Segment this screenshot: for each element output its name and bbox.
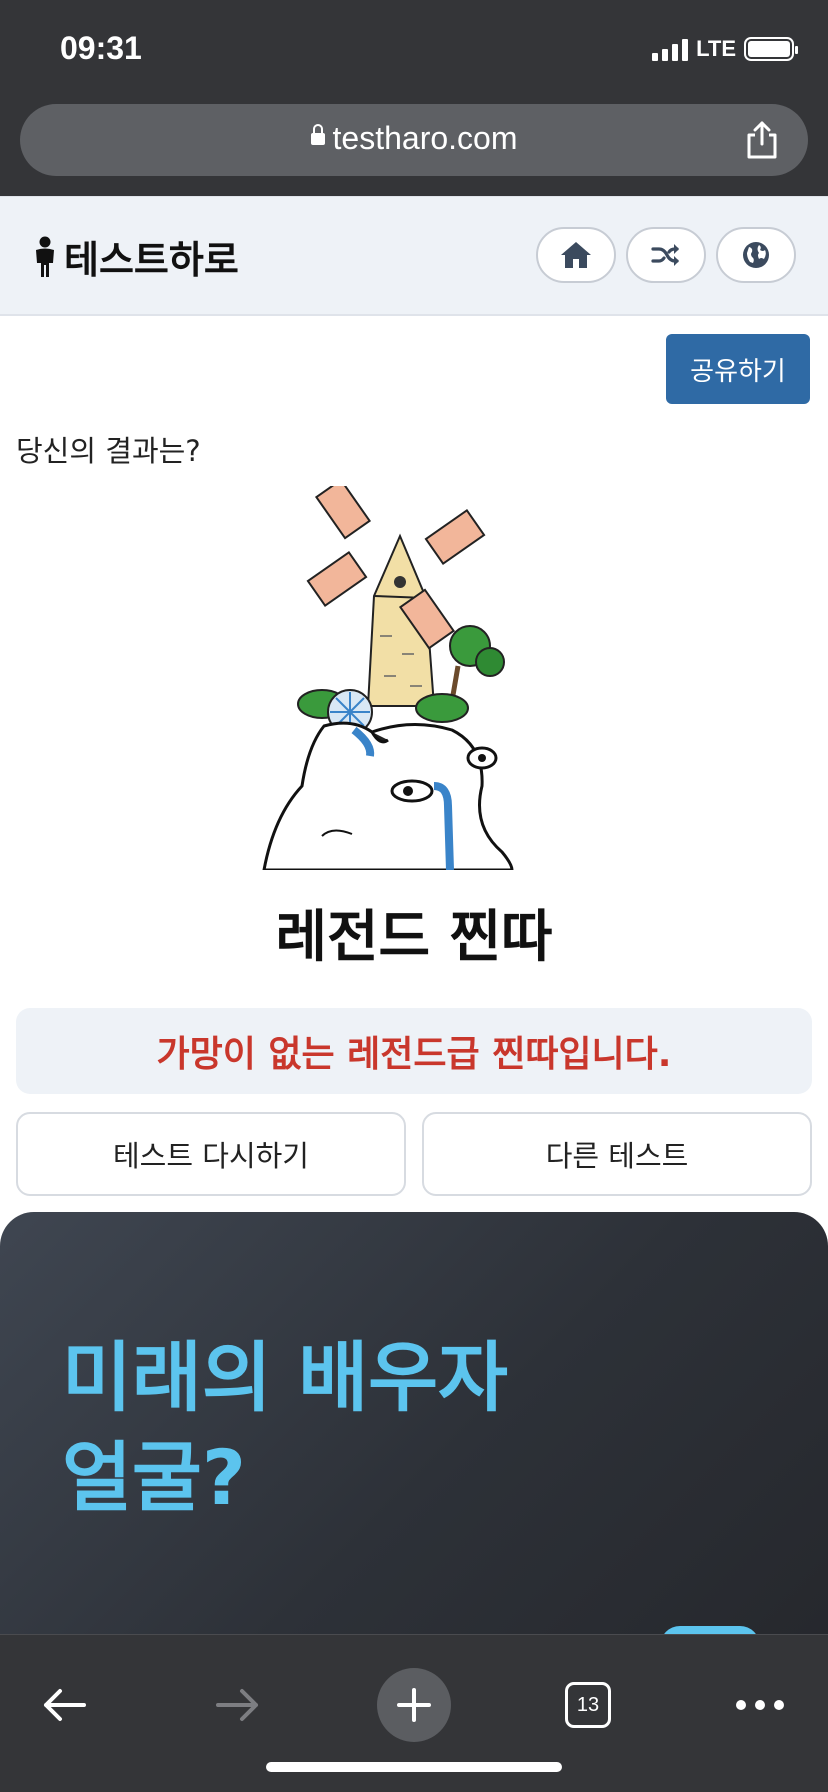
retry-test-button[interactable]: 테스트 다시하기: [16, 1112, 406, 1196]
promo-title: 미래의 배우자 얼굴?: [62, 1328, 508, 1528]
promo-title-line2: 얼굴?: [62, 1433, 246, 1522]
share-icon[interactable]: [744, 120, 780, 160]
arrow-left-icon: [44, 1689, 86, 1721]
other-tests-button[interactable]: 다른 테스트: [422, 1112, 812, 1196]
result-illustration: [262, 486, 514, 870]
promo-title-line1: 미래의 배우자: [62, 1333, 508, 1422]
result-description: 가망이 없는 레전드급 찐따입니다.: [156, 1034, 672, 1075]
result-title: 레전드 찐따: [275, 905, 553, 970]
more-icon: [736, 1700, 784, 1710]
home-indicator: [266, 1762, 562, 1772]
language-button[interactable]: [716, 227, 796, 283]
home-button[interactable]: [536, 227, 616, 283]
share-button[interactable]: 공유하기: [666, 334, 810, 404]
site-brand[interactable]: 테스트하로: [32, 229, 239, 284]
forward-button[interactable]: [198, 1665, 278, 1745]
back-button[interactable]: [24, 1665, 104, 1745]
lock-icon: [310, 123, 325, 145]
promo-card[interactable]: 미래의 배우자 얼굴?: [0, 1212, 828, 1642]
more-menu-button[interactable]: [720, 1665, 800, 1745]
header-nav: [536, 227, 796, 283]
person-icon: [36, 236, 54, 277]
result-question: 당신의 결과는?: [16, 434, 201, 468]
site-header: 테스트하로: [0, 196, 828, 316]
site-title: 테스트하로: [64, 238, 239, 282]
shuffle-icon: [651, 244, 679, 266]
random-test-button[interactable]: [626, 227, 706, 283]
network-type: LTE: [696, 36, 736, 61]
status-time: 09:31: [60, 30, 142, 66]
battery-icon: [744, 37, 798, 61]
status-indicators: LTE: [652, 36, 798, 62]
new-tab-button[interactable]: [374, 1665, 454, 1745]
arrow-right-icon: [216, 1689, 258, 1721]
url-text: testharo.com: [332, 120, 518, 156]
globe-icon: [743, 242, 769, 268]
result-description-box: 가망이 없는 레전드급 찐따입니다.: [16, 1008, 812, 1094]
signal-icon: [652, 37, 689, 61]
address-bar[interactable]: testharo.com: [20, 104, 808, 176]
home-icon: [561, 242, 591, 268]
tab-count: 13: [565, 1682, 611, 1728]
browser-top-chrome: 09:31 LTE testharo.com: [0, 0, 828, 196]
tabs-button[interactable]: 13: [548, 1665, 628, 1745]
plus-icon: [397, 1688, 431, 1722]
url-display[interactable]: testharo.com: [20, 120, 808, 157]
